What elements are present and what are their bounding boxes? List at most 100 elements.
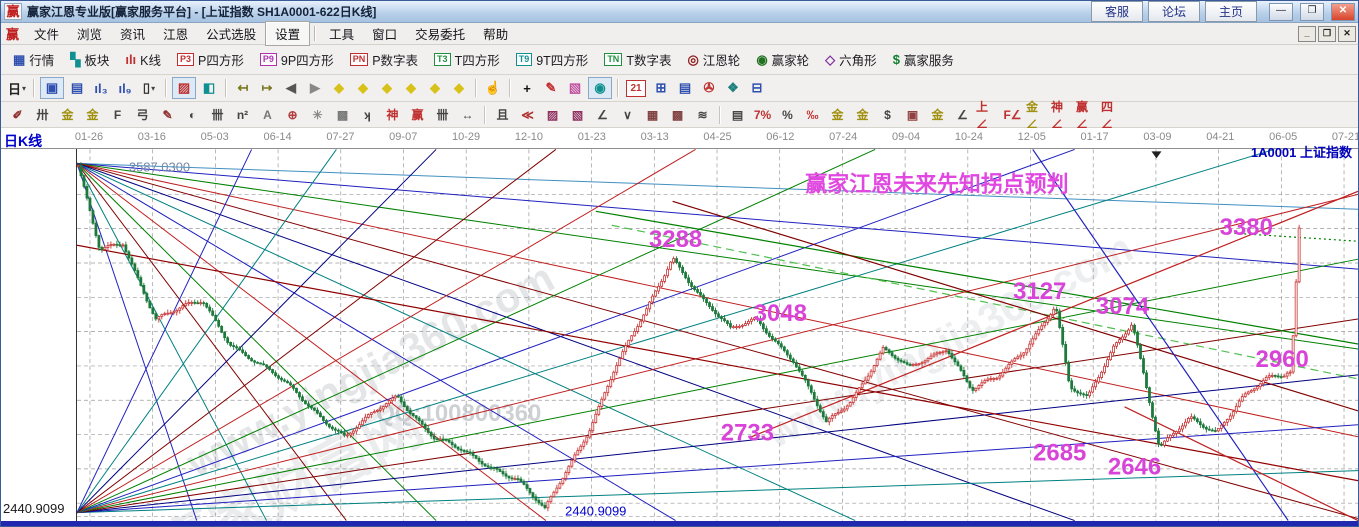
tool-step-back-icon[interactable]: ◀ bbox=[280, 78, 302, 98]
candlestick-chart[interactable]: 赢家财富网www.yingjia360.comwww.yingjia360.co… bbox=[76, 149, 1358, 521]
tool-period-day-dropdown-icon[interactable]: 日 bbox=[6, 78, 28, 98]
tool-color-chart-icon[interactable]: ◧ bbox=[198, 78, 220, 98]
draw-angle-gold-icon[interactable]: 金∠ bbox=[1026, 105, 1049, 125]
child-close-button[interactable]: ✕ bbox=[1338, 26, 1356, 42]
toolbar-item-t-square[interactable]: T3T四方形 bbox=[426, 50, 508, 69]
draw-angle-lines-icon[interactable]: ∠ bbox=[591, 105, 614, 125]
toolbar-item-9p-square[interactable]: P99P四方形 bbox=[252, 50, 342, 69]
draw-percent-line-icon[interactable]: ‰ bbox=[801, 105, 824, 125]
draw-f-comb-icon[interactable]: F bbox=[106, 105, 129, 125]
tool-brain-pattern-icon[interactable]: ◉ bbox=[588, 77, 612, 99]
draw-v-lines-icon[interactable]: ∨ bbox=[616, 105, 639, 125]
toolbar-item-sectors[interactable]: ▚板块 bbox=[62, 50, 117, 69]
draw-parallel-lines-icon[interactable]: ≋ bbox=[691, 105, 714, 125]
draw-gold-comb-1-icon[interactable]: 金 bbox=[56, 105, 79, 125]
draw-gann-fan-icon[interactable]: ≪ bbox=[516, 105, 539, 125]
tool-diamond-h-compress-icon[interactable]: ◆ bbox=[400, 78, 422, 98]
titlebar-button-forum[interactable]: 论坛 bbox=[1148, 1, 1200, 22]
draw-gann-star-icon[interactable]: ✳ bbox=[306, 105, 329, 125]
draw-angle-ying-icon[interactable]: 赢∠ bbox=[1076, 105, 1099, 125]
tool-highlight-tool-icon[interactable]: ▨ bbox=[172, 77, 196, 99]
toolbar-item-9t-square[interactable]: T99T四方形 bbox=[508, 50, 597, 69]
menu-item-help[interactable]: 帮助 bbox=[474, 22, 517, 45]
toolbar-item-t-number-table[interactable]: TNT数字表 bbox=[596, 50, 679, 69]
tool-hand-pan-icon[interactable]: ☝ bbox=[482, 78, 504, 98]
toolbar-item-hexagon[interactable]: ◇六角形 bbox=[817, 50, 885, 69]
draw-web-grid-icon[interactable]: ▩ bbox=[331, 105, 354, 125]
menu-item-window[interactable]: 窗口 bbox=[363, 22, 406, 45]
tool-diamond-all-expand-icon[interactable]: ◆ bbox=[424, 78, 446, 98]
restore-button[interactable]: ❐ bbox=[1300, 3, 1324, 21]
draw-gold-line-icon[interactable]: 金 bbox=[851, 105, 874, 125]
toolbar-item-winner-wheel[interactable]: ◉赢家轮 bbox=[748, 50, 817, 69]
draw-grid-box-2-icon[interactable]: ▩ bbox=[666, 105, 689, 125]
tool-crosshair-icon[interactable]: + bbox=[516, 78, 538, 98]
draw-circle-gauge-icon[interactable]: ◐ bbox=[181, 105, 204, 125]
menu-item-settings[interactable]: 设置 bbox=[265, 21, 310, 46]
tool-diamond-left-icon[interactable]: ◆ bbox=[328, 78, 350, 98]
close-button[interactable]: ✕ bbox=[1331, 3, 1355, 21]
draw-gold-comb-2-icon[interactable]: 金 bbox=[81, 105, 104, 125]
tool-diamond-h-expand-icon[interactable]: ◆ bbox=[376, 78, 398, 98]
draw-angle-simple-icon[interactable]: ∠ bbox=[951, 105, 974, 125]
draw-percent-icon[interactable]: % bbox=[776, 105, 799, 125]
tool-jump-start-icon[interactable]: ↤ bbox=[232, 78, 254, 98]
draw-double-comb-icon[interactable]: 卌 bbox=[206, 105, 229, 125]
toolbar-item-p-square[interactable]: P3P四方形 bbox=[169, 50, 252, 69]
draw-n-squared-icon[interactable]: n² bbox=[231, 105, 254, 125]
toolbar-item-quotes[interactable]: ▦行情 bbox=[5, 50, 62, 69]
draw-ruler-123-icon[interactable]: 卌 bbox=[431, 105, 454, 125]
toolbar-item-p-number-table[interactable]: PNP数字表 bbox=[342, 50, 426, 69]
menu-item-news[interactable]: 资讯 bbox=[111, 22, 154, 45]
draw-width-measure-icon[interactable]: ↔ bbox=[456, 105, 479, 125]
draw-mirror-a-icon[interactable]: A bbox=[256, 105, 279, 125]
menu-item-tools[interactable]: 工具 bbox=[320, 22, 363, 45]
menu-item-browse[interactable]: 浏览 bbox=[68, 22, 111, 45]
draw-gann-comb-icon[interactable]: 卅 bbox=[31, 105, 54, 125]
tool-candle-style-dropdown-icon[interactable]: ▯ bbox=[138, 78, 160, 98]
draw-fan-box-2-icon[interactable]: ▧ bbox=[566, 105, 589, 125]
tool-info-doc-icon[interactable]: ▤ bbox=[66, 78, 88, 98]
tool-annotate-pen-icon[interactable]: ✎ bbox=[540, 78, 562, 98]
draw-gann-grid-icon[interactable]: 且 bbox=[491, 105, 514, 125]
child-restore-button[interactable]: ❐ bbox=[1318, 26, 1336, 42]
tool-bars-3-icon[interactable]: ıl₃ bbox=[90, 78, 112, 98]
tool-calculator-icon[interactable]: ⊞ bbox=[650, 78, 672, 98]
toolbar-item-gann-wheel[interactable]: ◎江恩轮 bbox=[679, 50, 748, 69]
draw-k-quote-icon[interactable]: ʞ bbox=[356, 105, 379, 125]
menu-item-gann[interactable]: 江恩 bbox=[154, 22, 197, 45]
menu-item-trade-order[interactable]: 交易委托 bbox=[406, 22, 474, 45]
draw-seven-percent-icon[interactable]: 7% bbox=[751, 105, 774, 125]
tool-chip-tool-icon[interactable]: ▧ bbox=[564, 78, 586, 98]
draw-stats-table-icon[interactable]: ▤ bbox=[726, 105, 749, 125]
bottom-scrollbar[interactable] bbox=[1, 521, 1358, 527]
tool-notepad-icon[interactable]: ▤ bbox=[674, 78, 696, 98]
menu-item-file[interactable]: 文件 bbox=[25, 22, 68, 45]
draw-gold-circle-icon[interactable]: 金 bbox=[826, 105, 849, 125]
draw-draw-pencil-icon[interactable]: ✐ bbox=[6, 105, 29, 125]
draw-ying-comb-icon[interactable]: 赢 bbox=[406, 105, 429, 125]
draw-measure-pencil-icon[interactable]: ✎ bbox=[156, 105, 179, 125]
draw-box-tool-icon[interactable]: ▣ bbox=[901, 105, 924, 125]
titlebar-button-homepage[interactable]: 主页 bbox=[1205, 1, 1257, 22]
minimize-button[interactable]: — bbox=[1269, 3, 1293, 21]
draw-angle-f-icon[interactable]: F∠ bbox=[1001, 105, 1024, 125]
tool-export-web-icon[interactable]: ❖ bbox=[722, 78, 744, 98]
tool-diamond-right-icon[interactable]: ◆ bbox=[352, 78, 374, 98]
menu-item-formula-stock-pick[interactable]: 公式选股 bbox=[197, 22, 265, 45]
tool-calendar-icon[interactable]: 21 bbox=[626, 80, 646, 97]
tool-bars-9-icon[interactable]: ıl₉ bbox=[114, 78, 136, 98]
tool-diamond-all-compress-icon[interactable]: ◆ bbox=[448, 78, 470, 98]
tool-print-icon[interactable]: ⊟ bbox=[746, 78, 768, 98]
tool-pattern-window-icon[interactable]: ▣ bbox=[40, 77, 64, 99]
tool-step-forward-icon[interactable]: ▶ bbox=[304, 78, 326, 98]
tool-jump-end-icon[interactable]: ↦ bbox=[256, 78, 278, 98]
toolbar-item-kline[interactable]: ılıK线 bbox=[117, 50, 169, 69]
draw-angle-si-icon[interactable]: 四∠ bbox=[1101, 105, 1124, 125]
draw-price-tag-icon[interactable]: $ bbox=[876, 105, 899, 125]
toolbar-item-winner-service[interactable]: $赢家服务 bbox=[885, 50, 962, 69]
tool-save-icon[interactable]: ✇ bbox=[698, 78, 720, 98]
draw-fan-box-1-icon[interactable]: ▨ bbox=[541, 105, 564, 125]
draw-target-circle-icon[interactable]: ⊕ bbox=[281, 105, 304, 125]
draw-grid-box-1-icon[interactable]: ▦ bbox=[641, 105, 664, 125]
